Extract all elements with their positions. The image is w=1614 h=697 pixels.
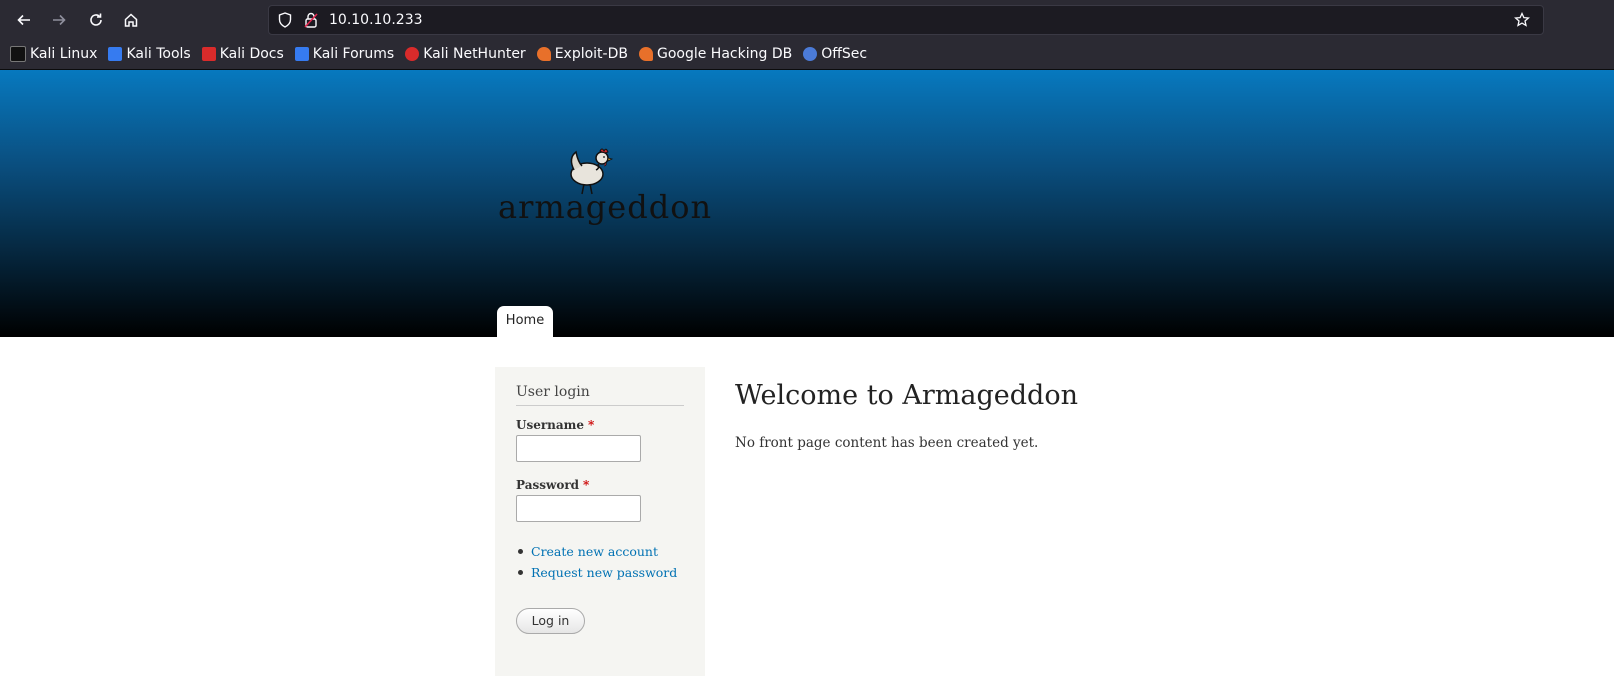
bookmark-label: Kali Tools — [126, 46, 191, 62]
block-title: User login — [516, 384, 590, 400]
bookmarks-toolbar: Kali Linux Kali Tools Kali Docs Kali For… — [10, 43, 878, 65]
bookmark-label: Exploit-DB — [554, 46, 628, 62]
bookmark-label: Kali NetHunter — [423, 46, 526, 62]
bookmark-label: OffSec — [821, 46, 868, 62]
password-label-text: Password — [516, 478, 580, 492]
bookmark-kali-linux[interactable]: Kali Linux — [10, 46, 97, 62]
kali-tools-icon — [108, 47, 123, 61]
home-icon — [124, 13, 138, 27]
user-login-block: User login Username * Password * Create ne… — [495, 367, 705, 676]
url-bar[interactable]: 10.10.10.233 — [268, 5, 1544, 35]
bookmark-star-icon[interactable] — [1512, 10, 1532, 30]
required-marker: * — [588, 418, 595, 432]
login-button[interactable]: Log in — [516, 608, 585, 634]
bookmark-exploit-db[interactable]: Exploit-DB — [536, 46, 628, 62]
nethunter-icon — [405, 47, 420, 61]
password-field[interactable] — [516, 495, 641, 522]
site-logo-text[interactable]: armageddon — [498, 188, 712, 226]
url-text[interactable]: 10.10.10.233 — [329, 6, 423, 34]
request-password-link[interactable]: Request new password — [531, 565, 677, 580]
front-page-message: No front page content has been created y… — [735, 435, 1039, 451]
create-account-link[interactable]: Create new account — [531, 544, 658, 559]
back-button[interactable] — [11, 7, 37, 33]
bookmark-kali-nethunter[interactable]: Kali NetHunter — [405, 46, 526, 62]
insecure-lock-icon[interactable] — [301, 10, 321, 30]
password-label: Password * — [516, 478, 589, 492]
reload-icon — [90, 13, 102, 26]
arrow-right-icon — [53, 14, 66, 26]
kali-dragon-icon — [10, 46, 26, 62]
reload-button[interactable] — [83, 7, 109, 33]
bullet — [518, 570, 523, 575]
required-marker: * — [583, 478, 590, 492]
list-item: Create new account — [516, 541, 677, 562]
bullet — [518, 549, 523, 554]
list-item: Request new password — [516, 562, 677, 583]
bookmark-kali-docs[interactable]: Kali Docs — [201, 46, 284, 62]
home-button[interactable] — [118, 7, 144, 33]
site-header: armageddon Home — [0, 70, 1614, 337]
forward-button[interactable] — [46, 7, 72, 33]
block-title-divider — [516, 405, 684, 406]
ghdb-icon — [638, 47, 653, 61]
page-title: Welcome to Armageddon — [735, 380, 1078, 411]
username-label-text: Username — [516, 418, 585, 432]
bookmark-label: Kali Linux — [30, 46, 98, 62]
arrow-left-icon — [17, 14, 30, 26]
bookmark-kali-tools[interactable]: Kali Tools — [108, 46, 191, 62]
tab-home[interactable]: Home — [497, 306, 553, 337]
kali-docs-icon — [201, 47, 216, 61]
bookmark-label: Kali Forums — [312, 46, 395, 62]
kali-forums-icon — [294, 47, 309, 61]
bookmark-kali-forums[interactable]: Kali Forums — [294, 46, 395, 62]
username-field[interactable] — [516, 435, 641, 462]
exploit-db-icon — [536, 47, 551, 61]
bookmark-label: Google Hacking DB — [656, 46, 793, 62]
shield-icon[interactable] — [275, 10, 295, 30]
login-links: Create new account Request new password — [516, 541, 677, 583]
bookmark-offsec[interactable]: OffSec — [803, 46, 867, 62]
username-label: Username * — [516, 418, 594, 432]
bookmark-label: Kali Docs — [219, 46, 284, 62]
browser-toolbar: 10.10.10.233 Kali Linux Kali Tools Kali … — [0, 0, 1614, 70]
offsec-icon — [803, 47, 818, 61]
bookmark-google-hacking-db[interactable]: Google Hacking DB — [638, 46, 793, 62]
